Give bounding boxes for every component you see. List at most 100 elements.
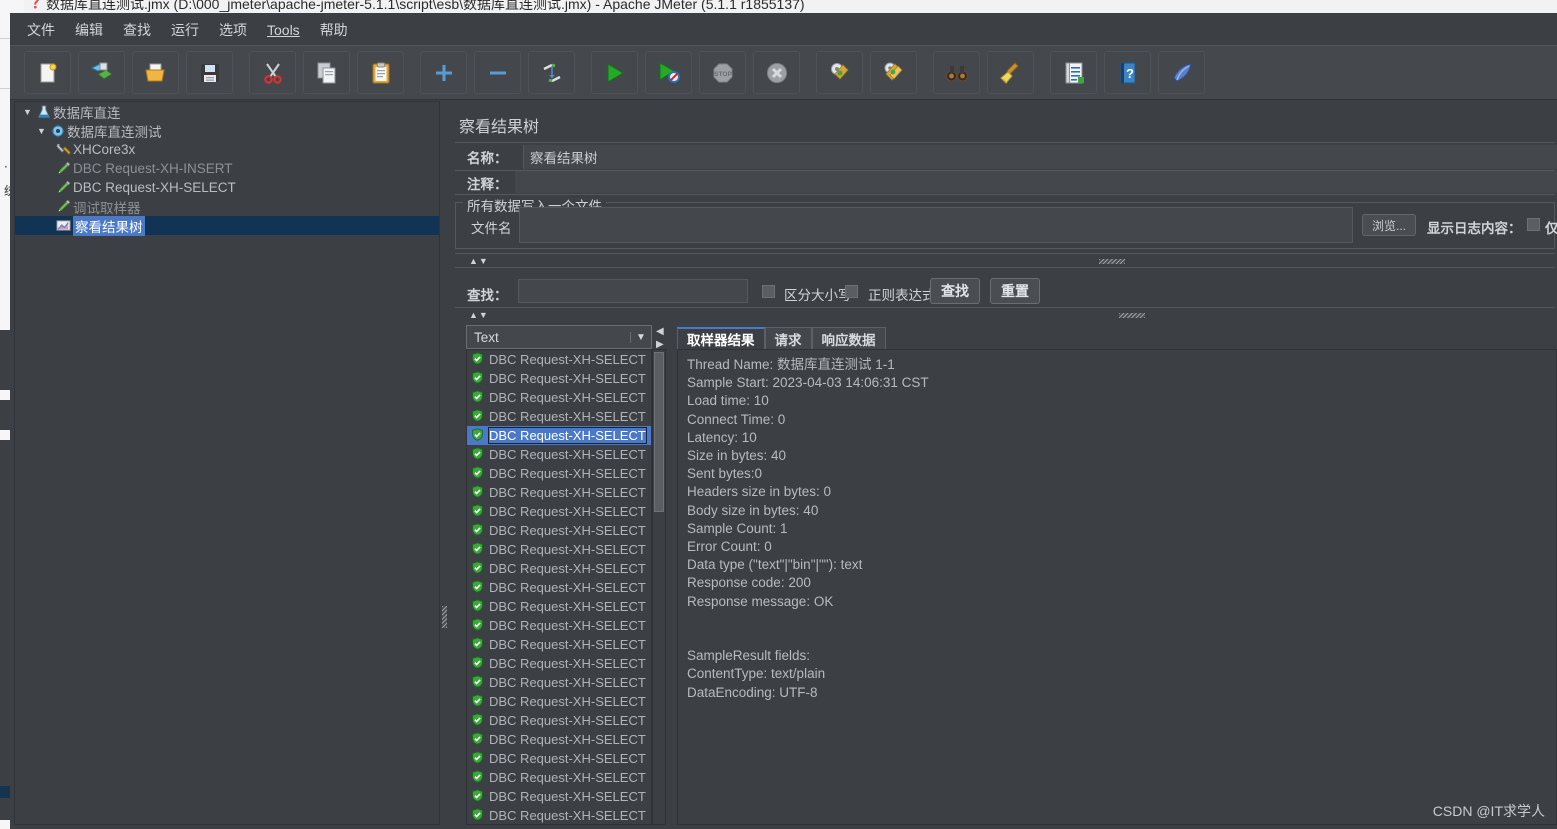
clear-all-button[interactable]	[870, 51, 917, 94]
new-test-plan-button[interactable]	[24, 51, 71, 94]
split-grip-bottom[interactable]	[1119, 313, 1145, 318]
result-list-item[interactable]: DBC Request-XH-SELECT	[467, 559, 651, 578]
clear-button[interactable]	[816, 51, 863, 94]
search-button[interactable]	[933, 51, 980, 94]
result-list-item[interactable]: DBC Request-XH-SELECT	[467, 597, 651, 616]
menu-item-search[interactable]: 查找	[114, 17, 160, 43]
browse-button[interactable]: 浏览...	[1362, 214, 1416, 236]
tree-node-xhcore3x[interactable]: XHCore3x	[15, 140, 439, 159]
reset-button[interactable]: 重置	[990, 278, 1040, 304]
save-button[interactable]	[186, 51, 233, 94]
result-list-item[interactable]: DBC Request-XH-SELECT	[467, 388, 651, 407]
result-list-item[interactable]: DBC Request-XH-SELECT	[467, 654, 651, 673]
result-list-item[interactable]: DBC Request-XH-SELECT	[467, 711, 651, 730]
open-button[interactable]	[132, 51, 179, 94]
result-item-label: DBC Request-XH-SELECT	[489, 732, 646, 747]
triangle-left-icon[interactable]: ◀	[656, 326, 664, 337]
result-list-item[interactable]: DBC Request-XH-SELECT	[467, 407, 651, 426]
start-button[interactable]	[591, 51, 638, 94]
undo-redo-button[interactable]	[1158, 51, 1205, 94]
result-list-item[interactable]: DBC Request-XH-SELECT	[467, 635, 651, 654]
result-list-item[interactable]: DBC Request-XH-SELECT	[467, 730, 651, 749]
chevron-down-icon[interactable]: ▼	[21, 107, 34, 117]
name-input[interactable]: 察看结果树	[523, 145, 1557, 169]
result-list-item[interactable]: DBC Request-XH-SELECT	[467, 692, 651, 711]
tree-node-dbc-select[interactable]: DBC Request-XH-SELECT	[15, 178, 439, 197]
filename-input[interactable]	[519, 207, 1353, 243]
paste-button[interactable]	[357, 51, 404, 94]
tree-node-thread-group[interactable]: ▼ 数据库直连测试	[15, 121, 439, 140]
toggle-button[interactable]	[528, 51, 575, 94]
result-list-item[interactable]: DBC Request-XH-SELECT	[467, 483, 651, 502]
results-list-body[interactable]: DBC Request-XH-SELECT DBC Request-XH-SELE…	[467, 350, 651, 824]
search-button[interactable]: 查找	[930, 278, 980, 304]
results-scrollbar[interactable]	[652, 349, 666, 825]
list-notes-icon	[1065, 62, 1084, 83]
menu-item-options[interactable]: 选项	[210, 17, 256, 43]
tree-detail-splitter[interactable]	[440, 101, 449, 825]
triangle-down-icon[interactable]: ▼	[479, 311, 488, 320]
tree-node-view-results-tree[interactable]: 察看结果树	[15, 215, 439, 236]
result-list-item[interactable]: DBC Request-XH-SELECT	[467, 426, 651, 445]
result-list-item[interactable]: DBC Request-XH-SELECT	[467, 806, 651, 824]
result-list-item[interactable]: DBC Request-XH-SELECT	[467, 369, 651, 388]
result-list-item[interactable]: DBC Request-XH-SELECT	[467, 578, 651, 597]
menu-item-run[interactable]: 运行	[162, 17, 208, 43]
tab-sampler-result[interactable]: 取样器结果	[677, 327, 765, 349]
triangle-up-icon[interactable]: ▲	[469, 311, 478, 320]
sampler-result-pane[interactable]: Thread Name: 数据库直连测试 1-1 Sample Start: 20…	[677, 349, 1557, 825]
menu-item-tools[interactable]: Tools	[258, 19, 309, 41]
menu-item-file[interactable]: 文件	[18, 17, 64, 43]
renderer-select[interactable]: Text ▼	[466, 325, 652, 349]
tree-node-dbc-insert[interactable]: DBC Request-XH-INSERT	[15, 159, 439, 178]
results-list[interactable]: DBC Request-XH-SELECT DBC Request-XH-SELE…	[466, 349, 652, 825]
search-input[interactable]	[518, 279, 748, 303]
sampler-result-line	[687, 611, 1556, 629]
result-list-item[interactable]: DBC Request-XH-SELECT	[467, 521, 651, 540]
chevron-down-icon[interactable]: ▼	[35, 126, 48, 136]
chevron-down-icon[interactable]: ▼	[630, 331, 651, 343]
tree-node-test-plan[interactable]: ▼ 数据库直连	[15, 102, 439, 121]
errors-only-checkbox[interactable]	[1527, 218, 1540, 231]
tab-request[interactable]: 请求	[764, 327, 812, 349]
reset-search-button[interactable]	[987, 51, 1034, 94]
collapse-all-button[interactable]	[474, 51, 521, 94]
shutdown-button[interactable]	[753, 51, 800, 94]
result-list-item[interactable]: DBC Request-XH-SELECT	[467, 540, 651, 559]
case-sensitive-checkbox[interactable]	[762, 285, 775, 298]
splitter-grip[interactable]	[442, 606, 447, 628]
copy-button[interactable]	[303, 51, 350, 94]
tree-node-debug-sampler[interactable]: 调试取样器	[15, 197, 439, 216]
menu-item-edit[interactable]: 编辑	[66, 17, 112, 43]
sampler-icon	[54, 180, 73, 195]
result-list-item[interactable]: DBC Request-XH-SELECT	[467, 350, 651, 369]
triangle-up-icon[interactable]: ▲	[469, 257, 478, 266]
test-plan-tree[interactable]: ▼ 数据库直连 ▼ 数据库直连测试 XHCore3x DBC Request-X…	[14, 101, 440, 825]
split-expand-handle-top[interactable]: ▲ ▼	[469, 257, 488, 266]
sampler-result-line: Error Count: 0	[687, 539, 772, 555]
result-list-item[interactable]: DBC Request-XH-SELECT	[467, 616, 651, 635]
split-grip-top[interactable]	[1099, 259, 1125, 264]
start-no-pauses-button[interactable]	[645, 51, 692, 94]
templates-button[interactable]	[78, 51, 125, 94]
result-list-item[interactable]: DBC Request-XH-SELECT	[467, 749, 651, 768]
result-list-item[interactable]: DBC Request-XH-SELECT	[467, 787, 651, 806]
triangle-down-icon[interactable]: ▼	[479, 257, 488, 266]
result-list-item[interactable]: DBC Request-XH-SELECT	[467, 768, 651, 787]
tab-response-data[interactable]: 响应数据	[811, 327, 886, 349]
stop-button[interactable]: STOP	[699, 51, 746, 94]
cut-button[interactable]	[249, 51, 296, 94]
regex-checkbox[interactable]	[845, 285, 858, 298]
function-helper-button[interactable]	[1050, 51, 1097, 94]
result-list-item[interactable]: DBC Request-XH-SELECT	[467, 673, 651, 692]
success-shield-icon	[471, 560, 484, 577]
result-list-item[interactable]: DBC Request-XH-SELECT	[467, 445, 651, 464]
comment-input[interactable]	[515, 171, 1557, 193]
results-scrollbar-thumb[interactable]	[654, 352, 664, 512]
result-list-item[interactable]: DBC Request-XH-SELECT	[467, 502, 651, 521]
menu-item-help[interactable]: 帮助	[311, 17, 357, 43]
expand-all-button[interactable]	[420, 51, 467, 94]
help-button[interactable]: ?	[1104, 51, 1151, 94]
split-expand-handle-bottom[interactable]: ▲ ▼	[469, 311, 488, 320]
result-list-item[interactable]: DBC Request-XH-SELECT	[467, 464, 651, 483]
